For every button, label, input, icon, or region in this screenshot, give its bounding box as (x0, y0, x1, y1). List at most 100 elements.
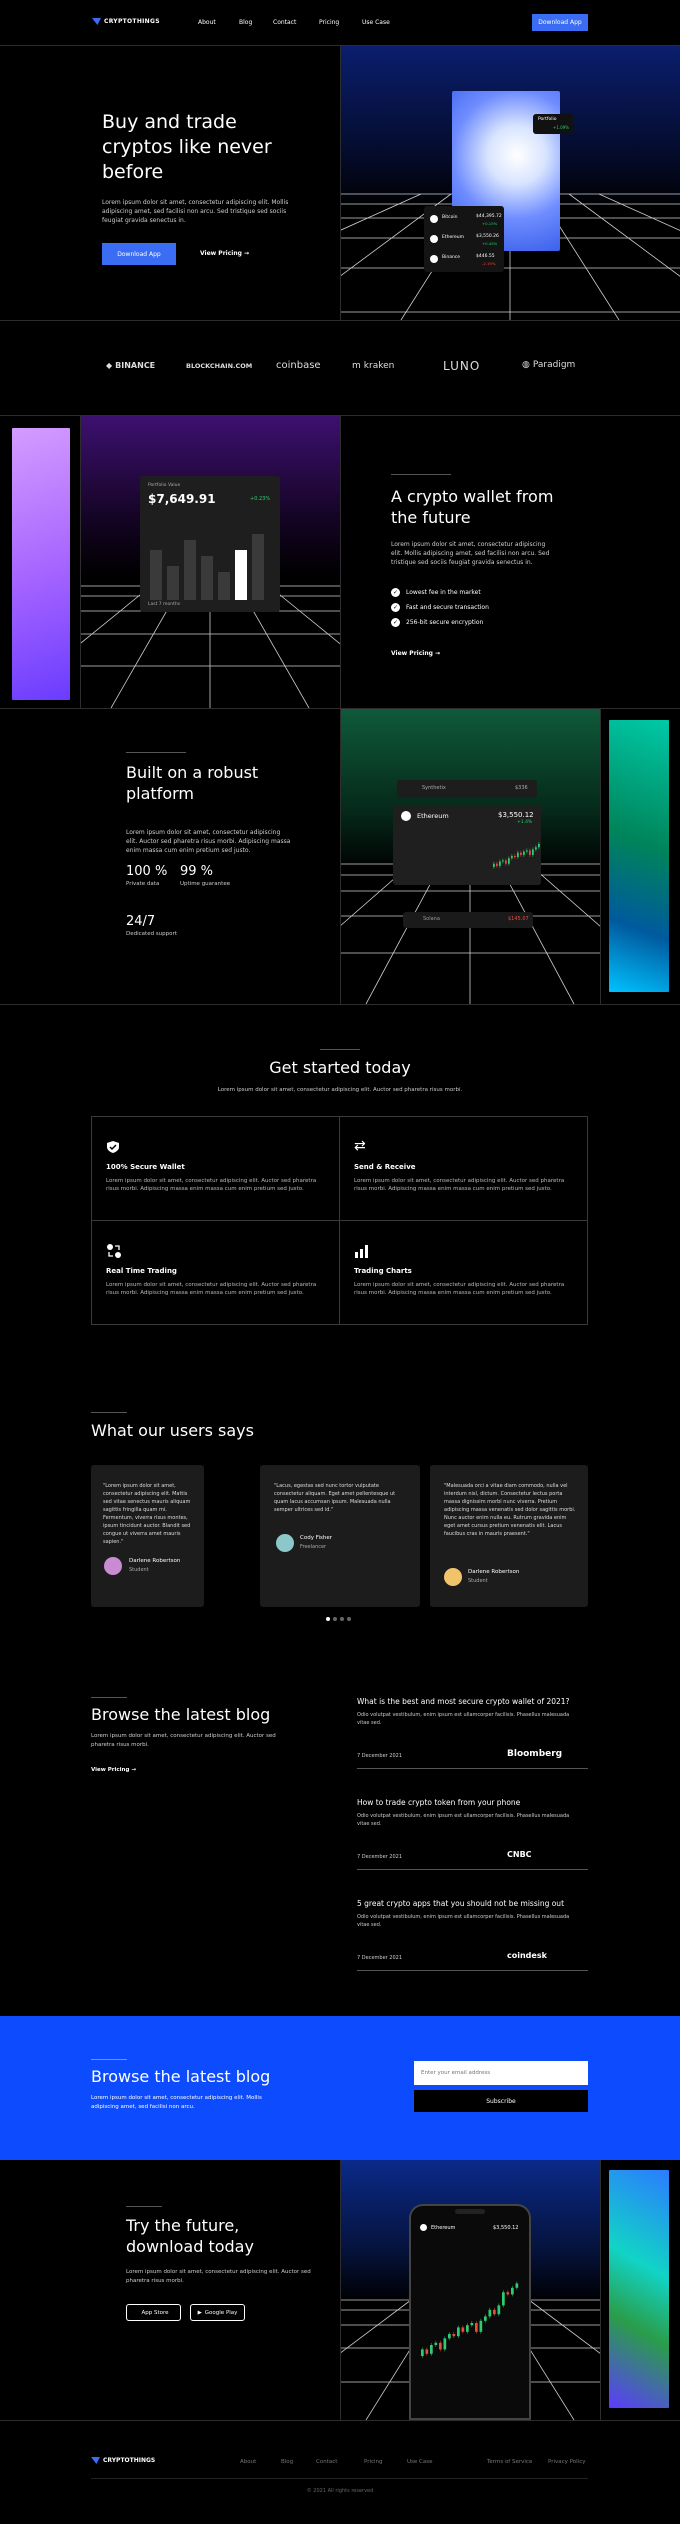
app-store-button[interactable]: App Store (126, 2304, 181, 2321)
check-icon: ✓ (391, 603, 400, 612)
carousel-dot[interactable] (326, 1617, 330, 1621)
paradigm-icon: ◍ (522, 360, 530, 370)
nav-about[interactable]: About (198, 19, 216, 26)
partner-paradigm: ◍ Paradigm (522, 360, 576, 370)
brand-mark-icon (91, 2457, 100, 2464)
phone-candlestick-chart (421, 2281, 519, 2358)
candle (448, 2334, 451, 2339)
candle (434, 2342, 438, 2345)
bullet-item: ✓ 256-bit secure encryption (391, 618, 484, 627)
footer-copyright: © 2021 All rights reserved (306, 2488, 374, 2494)
blog-post[interactable]: What is the best and most secure crypto … (357, 1697, 588, 1769)
candle (502, 860, 504, 862)
candle (515, 2283, 519, 2288)
download-title: Try the future, download today (126, 2216, 254, 2256)
blog-post-title[interactable]: 5 great crypto apps that you should not … (357, 1899, 588, 1909)
nav-contact[interactable]: Contact (273, 19, 296, 26)
footer-terms[interactable]: Terms of Service (487, 2459, 532, 2465)
nav-pricing[interactable]: Pricing (319, 19, 339, 26)
play-icon: ▶ (197, 2309, 202, 2316)
wallet-pricing-link[interactable]: View Pricing → (391, 650, 440, 657)
footer-contact[interactable]: Contact (316, 2459, 337, 2465)
blog-source-logo: coindesk (507, 1951, 547, 1960)
coin-row: Bitcoin $44,395.72 +0.15% (424, 212, 504, 230)
feature-trading-charts: Trading Charts Lorem ipsum dolor sit ame… (339, 1220, 588, 1325)
candle (488, 2309, 492, 2317)
blog-post[interactable]: 5 great crypto apps that you should not … (357, 1899, 588, 1971)
coin-row: Ethereum $3,550.26 +0.45% (424, 232, 504, 250)
kraken-icon: m (352, 361, 361, 371)
download-body: Lorem ipsum dolor sit amet, consectetur … (126, 2269, 311, 2284)
blog-post-date: 7 December 2021 (357, 1854, 403, 1860)
download-visual: Ethereum $3,550.12 (341, 2160, 600, 2420)
platform-body: Lorem ipsum dolor sit amet, consectetur … (126, 829, 291, 854)
candle (529, 850, 531, 855)
nav-download-button[interactable]: Download App (532, 14, 588, 31)
arrow-right-icon: → (131, 1767, 136, 1773)
carousel-dot[interactable] (340, 1617, 344, 1621)
nav-use-case[interactable]: Use Case (362, 19, 390, 26)
candle (443, 2338, 447, 2350)
wallet-title: A crypto wallet from the future (391, 487, 554, 527)
testimonial-card: "Lorem ipsum dolor sit amet, consectetur… (91, 1465, 204, 1607)
coin-card-bottom: Solana $145.07 (403, 912, 533, 928)
coin-card-top: Synthetix $336 (397, 780, 537, 798)
hero-pricing-link[interactable]: View Pricing → (200, 250, 249, 257)
blog-post-excerpt: Odio volutpat vestibulum, enim ipsum est… (357, 1813, 570, 1827)
bullet-item: ✓ Lowest fee in the market (391, 588, 481, 597)
binance-icon: ◆ (106, 361, 113, 370)
footer-blog[interactable]: Blog (281, 2459, 293, 2465)
google-play-button[interactable]: ▶ Google Play (190, 2304, 245, 2321)
stat-private: 100 % Private data (126, 864, 168, 887)
blog-pricing-link[interactable]: View Pricing → (91, 1767, 136, 1773)
wallet-side-image (12, 428, 70, 700)
blog-post-excerpt: Odio volutpat vestibulum, enim ipsum est… (357, 1712, 570, 1726)
navbar: CRYPTOTHINGS About Blog Contact Pricing … (0, 0, 680, 46)
footer-pricing[interactable]: Pricing (364, 2459, 383, 2465)
candle (520, 852, 522, 855)
footer-about[interactable]: About (240, 2459, 256, 2465)
shield-icon (106, 1139, 122, 1153)
footer-privacy[interactable]: Privacy Policy (548, 2459, 585, 2465)
bar-chart-icon (354, 1243, 370, 1258)
partner-coinbase: coinbase (276, 360, 321, 371)
candle (475, 2323, 478, 2332)
candle (461, 2327, 465, 2332)
partner-blockchain: BLOCKCHAIN.COM (186, 362, 253, 370)
blog-body: Lorem ipsum dolor sit amet, consectetur … (91, 1733, 276, 1748)
candle (457, 2327, 460, 2337)
blog-post[interactable]: How to trade crypto token from your phon… (357, 1798, 588, 1870)
blog-post-title[interactable]: What is the best and most secure crypto … (357, 1697, 588, 1707)
brand-logo[interactable]: CRYPTOTHINGS (92, 18, 160, 25)
candle (502, 2292, 505, 2306)
candle (493, 863, 495, 867)
wallet-bullets: ✓ Lowest fee in the market ✓ Fast and secu… (391, 585, 489, 630)
candle (439, 2342, 442, 2350)
partner-kraken: m kraken (352, 361, 395, 371)
coin-icon (430, 215, 438, 223)
subscribe-button[interactable]: Subscribe (414, 2090, 588, 2112)
candle (505, 860, 507, 864)
blog-post-date: 7 December 2021 (357, 1753, 403, 1759)
carousel-dot[interactable] (333, 1617, 337, 1621)
candle (511, 856, 513, 859)
candle (535, 847, 537, 850)
candle (496, 863, 498, 866)
email-input[interactable] (414, 2061, 588, 2085)
hero-download-button[interactable]: Download App (102, 243, 176, 265)
carousel-dots (326, 1617, 351, 1621)
brand-mark-icon (92, 18, 101, 25)
footer-use-case[interactable]: Use Case (407, 2459, 432, 2465)
platform-visual: Synthetix $336 Ethereum $3,550.12 +1.4% … (341, 709, 600, 1004)
blog-source-logo: Bloomberg (507, 1749, 563, 1759)
subscribe-body: Lorem ipsum dolor sit amet, consectetur … (91, 2095, 262, 2110)
blog-source-logo: CNBC (507, 1850, 532, 1859)
bullet-item: ✓ Fast and secure transaction (391, 603, 489, 612)
nav-blog[interactable]: Blog (239, 19, 252, 26)
portfolio-value-card: Portfolio Value $7,649.91 +0.23% Last 7 … (140, 476, 280, 612)
carousel-dot[interactable] (347, 1617, 351, 1621)
blog-post-title[interactable]: How to trade crypto token from your phon… (357, 1798, 588, 1808)
hero-coin-list: Bitcoin $44,395.72 +0.15% Ethereum $3,550.26… (424, 206, 504, 272)
footer-brand[interactable]: CRYPTOTHINGS (91, 2457, 155, 2464)
blog-post-excerpt: Odio volutpat vestibulum, enim ipsum est… (357, 1914, 570, 1928)
